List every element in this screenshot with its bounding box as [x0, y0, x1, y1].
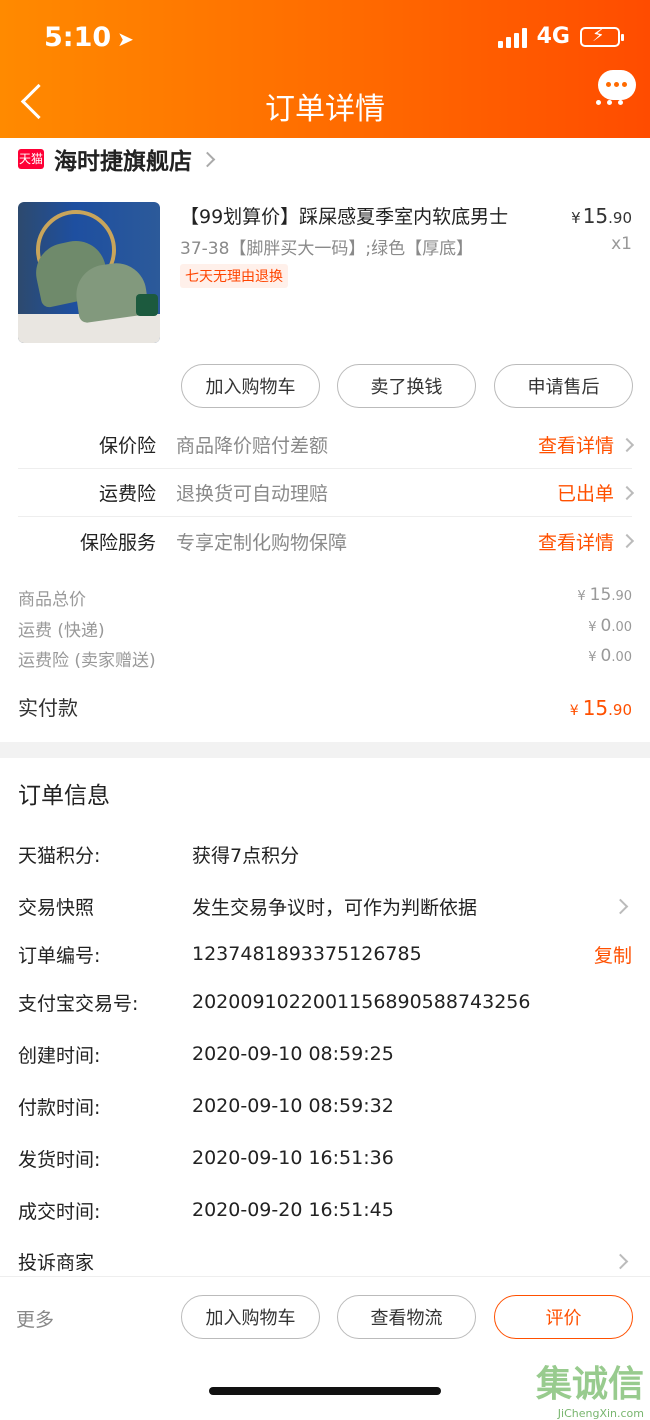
- info-value: 2020-09-10 16:51:36: [192, 1147, 394, 1169]
- info-row-alipay-number: 支付宝交易号: 2020091022001156890588743256: [18, 987, 632, 1017]
- return-policy-badge: 七天无理由退换: [180, 264, 288, 288]
- insurance-row-shipping[interactable]: 运费险 退换货可自动理赔 已出单: [18, 469, 635, 517]
- status-time-text: 5:10: [44, 22, 112, 53]
- insurance-action[interactable]: 查看详情: [538, 431, 635, 458]
- chevron-right-icon: [612, 1253, 629, 1269]
- location-arrow-icon: ➤: [117, 27, 134, 51]
- info-value: 2020091022001156890588743256: [192, 991, 531, 1013]
- info-row-complain[interactable]: 投诉商家: [18, 1246, 632, 1276]
- add-to-cart-button[interactable]: 加入购物车: [181, 364, 320, 408]
- section-divider: [0, 742, 650, 758]
- total-label: 实付款: [18, 696, 78, 720]
- info-label: 创建时间:: [18, 1044, 101, 1067]
- info-row-created: 创建时间: 2020-09-10 08:59:25: [18, 1039, 632, 1069]
- cost-row-subtotal: 商品总价 ¥15.90: [18, 585, 632, 610]
- status-indicators: 4G ⚡: [497, 24, 624, 49]
- insurance-label: 运费险: [98, 483, 156, 505]
- chevron-right-icon: [199, 151, 216, 167]
- insurance-desc: 退换货可自动理赔: [176, 483, 329, 505]
- network-label: 4G: [536, 24, 570, 49]
- info-label: 发货时间:: [18, 1148, 101, 1171]
- info-row-points: 天猫积分: 获得7点积分: [18, 839, 632, 869]
- info-value: 2020-09-10 08:59:25: [192, 1043, 394, 1065]
- info-value: 2020-09-10 08:59:32: [192, 1095, 394, 1117]
- more-button[interactable]: 更多: [16, 1305, 54, 1332]
- info-label: 成交时间:: [18, 1200, 101, 1223]
- cost-label: 运费 (快递): [18, 621, 105, 641]
- insurance-label: 保价险: [98, 435, 156, 457]
- cost-value: ¥0.00: [588, 616, 632, 636]
- product-image[interactable]: [18, 202, 160, 343]
- chevron-right-icon: [612, 898, 629, 914]
- page-title: 订单详情: [265, 92, 385, 127]
- after-sales-button[interactable]: 申请售后: [494, 364, 633, 408]
- info-value: 获得7点积分: [192, 844, 300, 867]
- insurance-action[interactable]: 查看详情: [538, 528, 635, 555]
- bottom-add-to-cart-button[interactable]: 加入购物车: [181, 1295, 320, 1339]
- product-price: ¥15.90: [571, 204, 632, 228]
- info-value: 2020-09-20 16:51:45: [192, 1199, 394, 1221]
- chevron-right-icon: [619, 437, 635, 452]
- review-button[interactable]: 评价: [494, 1295, 633, 1339]
- info-label: 支付宝交易号:: [18, 992, 139, 1015]
- info-label: 交易快照: [18, 896, 95, 919]
- info-label: 订单编号:: [18, 944, 101, 967]
- order-info-title: 订单信息: [18, 783, 110, 809]
- insurance-action[interactable]: 已出单: [557, 479, 635, 506]
- info-row-shipped: 发货时间: 2020-09-10 16:51:36: [18, 1143, 632, 1173]
- resell-button[interactable]: 卖了换钱: [337, 364, 476, 408]
- more-dots-icon: [596, 100, 623, 105]
- bottom-action-bar: 更多 加入购物车 查看物流 评价 集诚信 JiChengXin.com: [0, 1276, 650, 1420]
- product-title[interactable]: 【99划算价】踩屎感夏季室内软底男士: [180, 202, 508, 229]
- info-row-paid: 付款时间: 2020-09-10 08:59:32: [18, 1091, 632, 1121]
- shop-name: 海时捷旗舰店: [54, 149, 192, 175]
- product-spec: 37-38【脚胖买大一码】;绿色【厚底】: [180, 239, 474, 259]
- info-label: 投诉商家: [18, 1251, 95, 1274]
- product-quantity: x1: [611, 234, 632, 254]
- info-value: 1237481893375126785: [192, 943, 422, 965]
- status-time: 5:10 ➤: [44, 22, 134, 53]
- copy-button[interactable]: 复制: [594, 941, 632, 968]
- info-row-order-number: 订单编号: 1237481893375126785 复制: [18, 939, 632, 969]
- total-paid-row: 实付款 ¥15.90: [18, 692, 632, 721]
- chat-bubble-icon: [598, 70, 636, 100]
- cost-row-shipping-insurance: 运费险 (卖家赠送) ¥0.00: [18, 646, 632, 671]
- info-row-completed: 成交时间: 2020-09-20 16:51:45: [18, 1195, 632, 1225]
- cost-row-shipping: 运费 (快递) ¥0.00: [18, 616, 632, 641]
- insurance-row-price-protection[interactable]: 保价险 商品降价赔付差额 查看详情: [18, 421, 635, 469]
- info-label: 付款时间:: [18, 1096, 101, 1119]
- watermark-logo: 集诚信 JiChengXin.com: [535, 1364, 644, 1420]
- info-row-snapshot[interactable]: 交易快照 发生交易争议时，可作为判断依据: [18, 891, 632, 921]
- view-logistics-button[interactable]: 查看物流: [337, 1295, 476, 1339]
- total-value: ¥15.90: [569, 696, 632, 720]
- home-indicator: [209, 1387, 441, 1395]
- insurance-desc: 专享定制化购物保障: [176, 531, 348, 554]
- battery-icon: ⚡: [580, 25, 624, 47]
- chevron-right-icon: [619, 533, 635, 549]
- insurance-label: 保险服务: [79, 531, 156, 554]
- signal-icon: [497, 26, 527, 48]
- info-value: 发生交易争议时，可作为判断依据: [192, 896, 478, 919]
- insurance-row-service[interactable]: 保险服务 专享定制化购物保障 查看详情: [18, 517, 635, 565]
- chevron-right-icon: [619, 485, 635, 500]
- header: 5:10 ➤ 4G ⚡ 订单详情: [0, 0, 650, 138]
- message-button[interactable]: [596, 70, 638, 106]
- cost-label: 运费险 (卖家赠送): [18, 651, 156, 671]
- info-label: 天猫积分:: [18, 844, 101, 867]
- insurance-desc: 商品降价赔付差额: [176, 435, 329, 457]
- shop-header[interactable]: 天猫 海时捷旗舰店: [18, 142, 216, 176]
- cost-value: ¥15.90: [577, 585, 632, 605]
- cost-label: 商品总价: [18, 590, 86, 610]
- cost-value: ¥0.00: [588, 646, 632, 666]
- tmall-logo-icon: 天猫: [18, 149, 44, 169]
